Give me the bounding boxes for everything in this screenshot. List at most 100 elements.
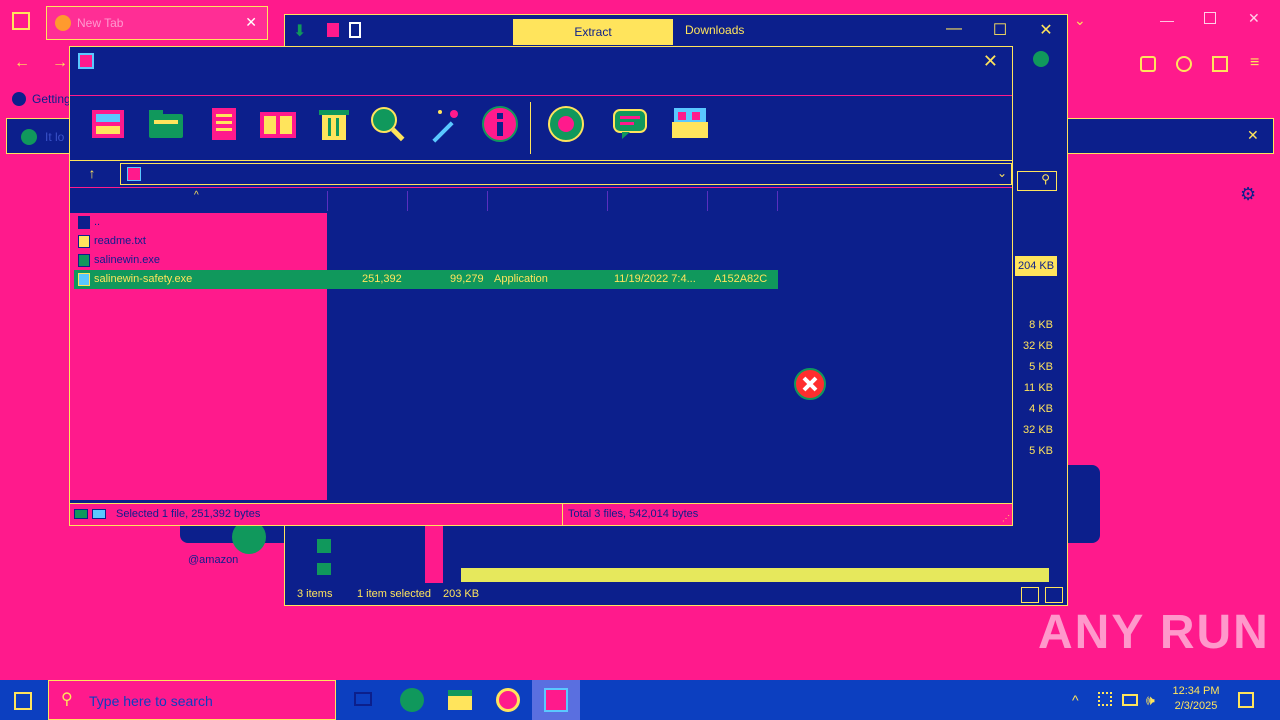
info-icon (21, 129, 37, 145)
key-icon[interactable] (92, 509, 106, 519)
column-separator[interactable] (707, 191, 708, 211)
minimize-icon[interactable]: — (1160, 12, 1174, 28)
file-row-readme[interactable]: readme.txt (74, 232, 778, 251)
drive-status-icon[interactable] (74, 509, 88, 519)
size-column: 8 KB 32 KB 5 KB 11 KB 4 KB 32 KB 5 KB (1015, 315, 1053, 462)
sfx-icon[interactable] (670, 104, 710, 144)
resize-grip-icon[interactable]: ⋰ (1002, 514, 1010, 523)
test-icon[interactable] (204, 104, 244, 144)
volume-icon[interactable]: 🕪 (1146, 692, 1155, 709)
scrollbar-thumb[interactable] (461, 568, 1049, 582)
exe-file-icon (78, 254, 90, 267)
bookmark-getting-started[interactable]: Getting (32, 92, 71, 106)
download-arrow-icon: ⬇ (293, 23, 307, 40)
pocket-icon[interactable] (1140, 56, 1156, 72)
close-window-icon[interactable]: ✕ (1248, 10, 1260, 27)
menu-icon[interactable]: ≡ (1250, 54, 1259, 72)
up-folder-icon[interactable]: ↑ (78, 165, 106, 187)
extract-to-icon[interactable] (146, 104, 186, 144)
virus-scan-icon[interactable] (546, 104, 586, 144)
firefox-icon (55, 15, 71, 31)
amazon-shortcut-label[interactable]: @amazon (188, 554, 238, 566)
size-cell: 11 KB (1023, 382, 1053, 394)
size-cell: 5 KB (1029, 445, 1053, 457)
notification-text-left: It lo (45, 130, 65, 144)
exe-file-icon (78, 273, 90, 286)
find-icon[interactable] (368, 104, 408, 144)
file-row-salinewin-safety[interactable]: salinewin-safety.exe 251,392 99,279 Appl… (74, 270, 778, 289)
explorer-maximize-icon[interactable]: ☐ (977, 20, 1023, 40)
nav-scrollbar[interactable] (425, 525, 443, 583)
info-icon[interactable] (480, 104, 520, 144)
back-icon[interactable]: ← (14, 54, 30, 72)
file-name: salinewin-safety.exe (94, 273, 193, 285)
view-icon[interactable] (258, 104, 298, 144)
maximize-icon[interactable] (1204, 12, 1216, 24)
search-placeholder: Type here to search (89, 693, 213, 709)
winrar-app-icon (78, 53, 94, 69)
drive-icon[interactable] (317, 563, 331, 575)
column-separator[interactable] (777, 191, 778, 211)
winrar-titlebar: ✕ (70, 47, 1012, 95)
explorer-minimize-icon[interactable]: — (931, 20, 977, 38)
file-row-salinewin[interactable]: salinewin.exe (74, 251, 778, 270)
new-folder-icon[interactable] (349, 22, 361, 38)
clock-date: 2/3/2025 (1174, 700, 1218, 712)
size-cell: 5 KB (1029, 361, 1053, 373)
tiles-view-icon[interactable] (1045, 587, 1063, 603)
start-windows-icon[interactable] (14, 692, 32, 710)
size-cell: 4 KB (1029, 403, 1053, 415)
properties-icon[interactable] (327, 23, 339, 37)
winrar-window: ✕ ↑ ⌄ ^ .. readme.txt salinewin.exe sali… (69, 46, 1013, 526)
tab-manager-icon[interactable] (12, 12, 30, 30)
tray-chevron-icon[interactable]: ^ (1072, 692, 1079, 708)
comment-icon[interactable] (610, 104, 650, 144)
notification-close-icon[interactable]: ✕ (1247, 127, 1259, 144)
selected-file-size: 204 KB (1015, 256, 1057, 276)
path-dropdown-chevron-icon[interactable]: ⌄ (997, 166, 1007, 180)
tab-list-chevron-icon[interactable]: ⌄ (1074, 12, 1086, 29)
wizard-icon[interactable] (424, 104, 464, 144)
explorer-close-icon[interactable]: ✕ (1023, 20, 1069, 40)
help-icon[interactable] (1033, 51, 1049, 67)
text-file-icon (78, 235, 90, 248)
bookmark-icon (12, 92, 26, 106)
edge-icon[interactable] (388, 680, 436, 720)
add-icon[interactable] (88, 104, 128, 144)
tab-extract[interactable]: Extract (513, 19, 673, 45)
notifications-icon[interactable] (1238, 692, 1254, 708)
details-view-icon[interactable] (1021, 587, 1039, 603)
forward-icon[interactable]: → (52, 54, 68, 72)
sort-ascending-icon[interactable]: ^ (194, 190, 199, 201)
anyrun-watermark: ANY RUN (1038, 606, 1270, 659)
folder-up-icon (78, 216, 90, 229)
firefox-taskbar-icon[interactable] (484, 680, 532, 720)
shortcut-tile-2[interactable] (1068, 465, 1100, 543)
column-separator[interactable] (407, 191, 408, 211)
task-view-icon[interactable] (340, 680, 388, 720)
network-tray-icon[interactable] (1098, 692, 1112, 706)
winrar-close-icon[interactable]: ✕ (983, 51, 998, 72)
search-icon[interactable]: ⚲ (1017, 171, 1057, 191)
column-separator[interactable] (607, 191, 608, 211)
network-icon[interactable] (317, 539, 331, 553)
column-separator[interactable] (487, 191, 488, 211)
archive-path-field[interactable]: ⌄ (120, 163, 1012, 185)
file-row-parent[interactable]: .. (74, 213, 778, 232)
column-separator[interactable] (327, 191, 328, 211)
taskbar-search-box[interactable]: ⚲ Type here to search (48, 680, 336, 720)
browser-tab[interactable]: New Tab ✕ (46, 6, 268, 40)
account-icon[interactable] (1176, 56, 1192, 72)
file-name: .. (94, 216, 101, 228)
close-tab-icon[interactable]: ✕ (245, 14, 257, 31)
settings-gear-icon[interactable]: ⚙ (1240, 184, 1256, 205)
toolbar-separator (530, 102, 531, 154)
winrar-taskbar-icon[interactable] (532, 680, 580, 720)
winrar-toolbar (70, 95, 1012, 161)
taskbar-clock[interactable]: 12:34 PM 2/3/2025 (1168, 684, 1224, 714)
file-explorer-icon[interactable] (436, 680, 484, 720)
delete-icon[interactable] (314, 104, 354, 144)
extensions-icon[interactable] (1212, 56, 1228, 72)
display-tray-icon[interactable] (1122, 694, 1138, 706)
file-type: Application (494, 273, 548, 285)
